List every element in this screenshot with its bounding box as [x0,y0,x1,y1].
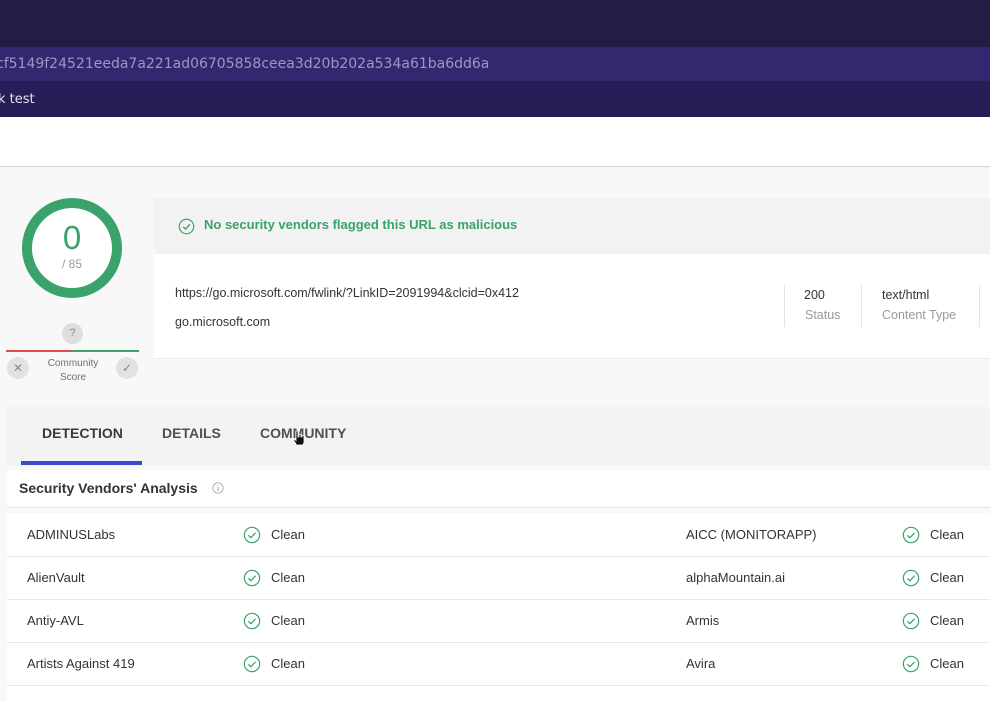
vendor-status: Clean [930,656,964,671]
vendor-status: Clean [271,527,305,542]
result-tabs: DETECTION DETAILS COMMUNITY [7,407,990,466]
divider [979,285,980,327]
check-circle-icon [902,655,920,673]
hand-cursor-icon [292,430,305,446]
check-circle-icon [243,655,261,673]
divider [784,285,785,327]
vendor-name: ADMINUSLabs [27,527,116,542]
table-row: AlienVault Clean alphaMountain.ai Clean [7,556,990,600]
vendor-name: Armis [686,613,720,628]
scanned-host[interactable]: go.microsoft.com [175,315,270,329]
vote-harmless-button[interactable]: ✓ [116,357,138,379]
content-type-label: Content Type [882,308,957,322]
vendor-name: Avira [686,656,716,671]
table-row: Antiy-AVL Clean Armis Clean [7,599,990,643]
status-code-value: 200 [804,288,825,302]
file-name: k test [0,92,35,107]
tab-detection[interactable]: DETECTION [42,425,123,441]
table-row: Artists Against 419 Clean Avira Clean [7,642,990,686]
community-score-help-icon[interactable]: ? [62,323,83,344]
table-row: ADMINUSLabs Clean AICC (MONITORAPP) Clea… [7,513,990,557]
vendor-status: Clean [930,613,964,628]
detection-score-ring: 0 / 85 [22,198,122,298]
verdict-text: No security vendors flagged this URL as … [204,217,518,232]
content-type-value: text/html [882,288,930,302]
check-circle-icon [902,569,920,587]
top-navigation-bar [0,0,990,47]
vendor-status: Clean [930,527,964,542]
divider [861,285,862,327]
vendor-status: Clean [271,613,305,628]
vendors-analysis-section: Security Vendors' Analysis ADMINUSLabs C… [7,470,990,701]
scanned-url[interactable]: https://go.microsoft.com/fwlink/?LinkID=… [175,286,519,300]
check-circle-icon [178,218,195,235]
community-score-bar [6,350,139,352]
detection-score-value: 0 [62,219,82,256]
score-inner: 0 / 85 [32,208,112,288]
file-name-bar: k test [0,81,990,117]
vendor-name: AlienVault [27,570,85,585]
header-white-strip [0,117,990,167]
analysis-header: Security Vendors' Analysis [7,470,990,508]
info-icon[interactable] [212,482,224,494]
check-circle-icon [902,612,920,630]
vendor-name: AICC (MONITORAPP) [686,527,817,542]
community-label-line2: Score [59,372,87,383]
community-label-line1: Community [47,358,99,369]
vendor-name: Artists Against 419 [27,656,135,671]
tab-details[interactable]: DETAILS [162,425,221,441]
vendor-status: Clean [930,570,964,585]
vendor-status: Clean [271,656,305,671]
analysis-title: Security Vendors' Analysis [19,480,198,496]
file-hash-bar: cf5149f24521eeda7a221ad06705858ceea3d20b… [0,47,990,81]
status-code-label: Status [805,308,841,322]
check-circle-icon [243,526,261,544]
vote-malicious-button[interactable]: ✕ [7,357,29,379]
file-hash: cf5149f24521eeda7a221ad06705858ceea3d20b… [0,56,490,72]
vendor-name: Antiy-AVL [27,613,84,628]
check-circle-icon [243,612,261,630]
verdict-banner: No security vendors flagged this URL as … [154,198,990,254]
url-info-card: https://go.microsoft.com/fwlink/?LinkID=… [154,254,990,359]
vendor-status: Clean [271,570,305,585]
vendor-name: alphaMountain.ai [686,570,786,585]
check-circle-icon [902,526,920,544]
active-tab-indicator [21,461,142,465]
detection-score-total: / 85 [61,257,82,271]
community-score-label: Community Score [38,357,108,385]
check-circle-icon [243,569,261,587]
